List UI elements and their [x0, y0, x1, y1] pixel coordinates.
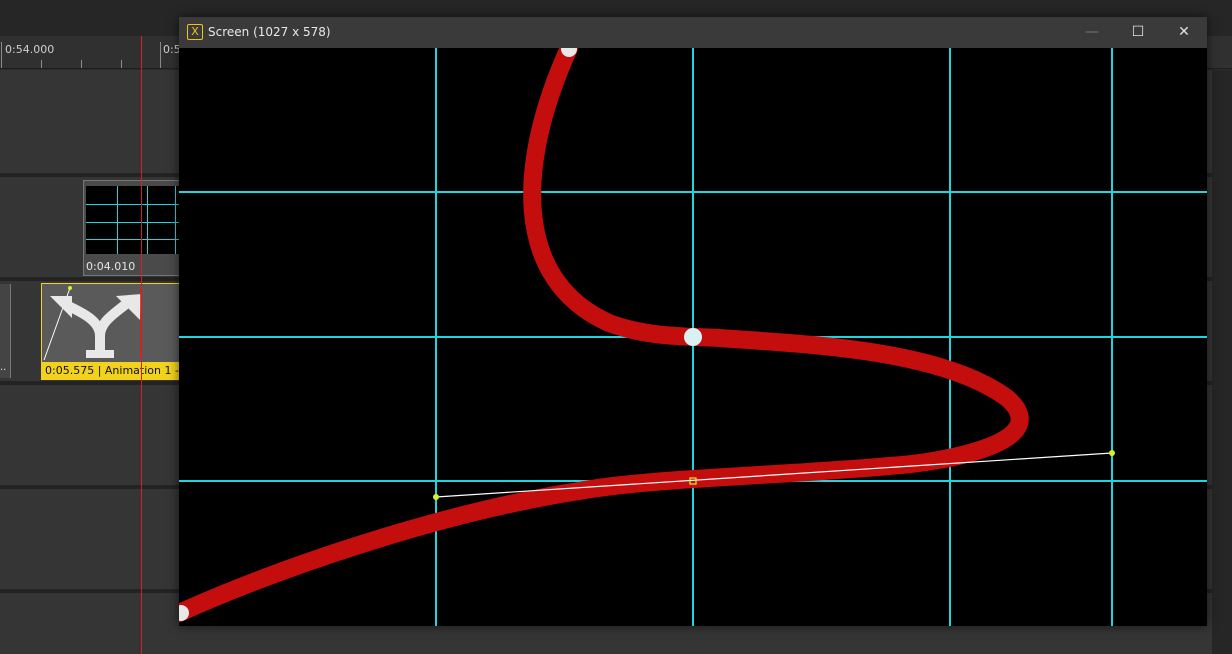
ruler-major-tick	[1, 42, 2, 68]
ruler-tick	[121, 60, 122, 68]
window-titlebar[interactable]: X Screen (1027 x 578) — ☐ ✕	[179, 17, 1207, 48]
motion-path-curve[interactable]	[170, 39, 1029, 622]
maximize-button[interactable]: ☐	[1115, 17, 1161, 48]
animation-clip-label: 0:05.575 | Animation 1 -	[45, 364, 179, 377]
animation-clip-header: 0:05.575 | Animation 1 -	[42, 362, 180, 379]
bezier-handle-point[interactable]	[1109, 450, 1115, 456]
screen-canvas[interactable]	[170, 39, 1207, 626]
ruler-label: 0:54.000	[5, 43, 55, 56]
screen-window[interactable]: X Screen (1027 x 578) — ☐ ✕	[170, 17, 1207, 626]
playhead[interactable]	[141, 36, 142, 654]
screen-clip[interactable]: 0:04.010	[83, 180, 181, 276]
small-clip-label: ..	[0, 362, 7, 373]
window-title: Screen (1027 x 578)	[208, 25, 331, 39]
app-icon: X	[187, 24, 203, 40]
ruler-tick	[41, 60, 42, 68]
small-clip[interactable]: ..	[0, 284, 11, 378]
bezier-handle-line	[435, 452, 1113, 498]
close-button[interactable]: ✕	[1161, 17, 1207, 48]
split-arrows-icon	[43, 286, 142, 361]
minimize-button[interactable]: —	[1069, 17, 1115, 48]
ruler-tick	[81, 60, 82, 68]
path-anchor-point[interactable]	[684, 328, 702, 346]
animation-clip[interactable]: 0:05.575 | Animation 1 -	[41, 283, 181, 380]
bezier-handle-point[interactable]	[433, 494, 439, 500]
screen-clip-thumbnail	[86, 186, 180, 254]
ruler-major-tick	[160, 42, 161, 68]
right-panel-edge	[1212, 70, 1232, 654]
screen-clip-label: 0:04.010	[86, 260, 136, 273]
path-editor-canvas[interactable]	[170, 39, 1207, 626]
